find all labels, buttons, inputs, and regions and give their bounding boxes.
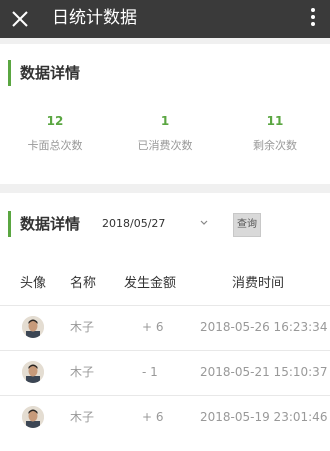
table-header: 头像 名称 发生金额 消费时间	[0, 275, 330, 295]
stat-consumed: 1 已消费次数	[110, 114, 220, 153]
date-select[interactable]: 2018/05/27	[102, 217, 214, 231]
column-header-name: 名称	[70, 276, 97, 291]
detail-section-title: 数据详情	[8, 211, 80, 237]
detail-card: 数据详情 2018/05/27 查询 头像 名称 发生金额 消费时间 木子 + …	[0, 193, 330, 451]
column-header-time: 消费时间	[232, 276, 285, 291]
avatar	[22, 406, 44, 428]
stat-total-label: 卡面总次数	[27, 139, 83, 152]
app-header: 日统计数据	[0, 0, 330, 38]
close-icon[interactable]	[10, 9, 30, 29]
more-vertical-icon[interactable]	[310, 8, 316, 30]
row-name: 木子	[70, 410, 95, 424]
chevron-down-icon	[200, 220, 208, 225]
row-name: 木子	[70, 320, 95, 334]
avatar	[22, 361, 44, 383]
stat-total: 12 卡面总次数	[0, 114, 110, 153]
row-time: 2018-05-21 15:10:37	[200, 365, 328, 379]
summary-card: 数据详情 12 卡面总次数 1 已消费次数 11 剩余次数	[0, 44, 330, 184]
page-title: 日统计数据	[52, 8, 137, 28]
query-button[interactable]: 查询	[233, 213, 261, 237]
row-time: 2018-05-26 16:23:34	[200, 320, 328, 334]
table-row[interactable]: 木子 + 6 2018-05-19 23:01:46	[0, 395, 330, 440]
stat-consumed-value: 1	[160, 114, 170, 128]
summary-section-title: 数据详情	[8, 60, 80, 86]
row-name: 木子	[70, 365, 95, 379]
table-row[interactable]: 木子 + 6 2018-05-26 16:23:34	[0, 305, 330, 350]
avatar	[22, 316, 44, 338]
column-header-avatar: 头像	[20, 276, 47, 291]
stat-remaining-label: 剩余次数	[253, 139, 297, 152]
stat-consumed-label: 已消费次数	[137, 139, 193, 152]
row-amount: + 6	[142, 410, 164, 424]
row-time: 2018-05-19 23:01:46	[200, 410, 328, 424]
date-select-value: 2018/05/27	[102, 217, 166, 230]
stat-remaining: 11 剩余次数	[220, 114, 330, 153]
stat-total-value: 12	[46, 114, 64, 128]
row-amount: + 6	[142, 320, 164, 334]
column-header-amount: 发生金额	[124, 276, 177, 291]
table-row[interactable]: 木子 - 1 2018-05-21 15:10:37	[0, 350, 330, 395]
stat-remaining-value: 11	[266, 114, 284, 128]
row-amount: - 1	[142, 365, 158, 379]
